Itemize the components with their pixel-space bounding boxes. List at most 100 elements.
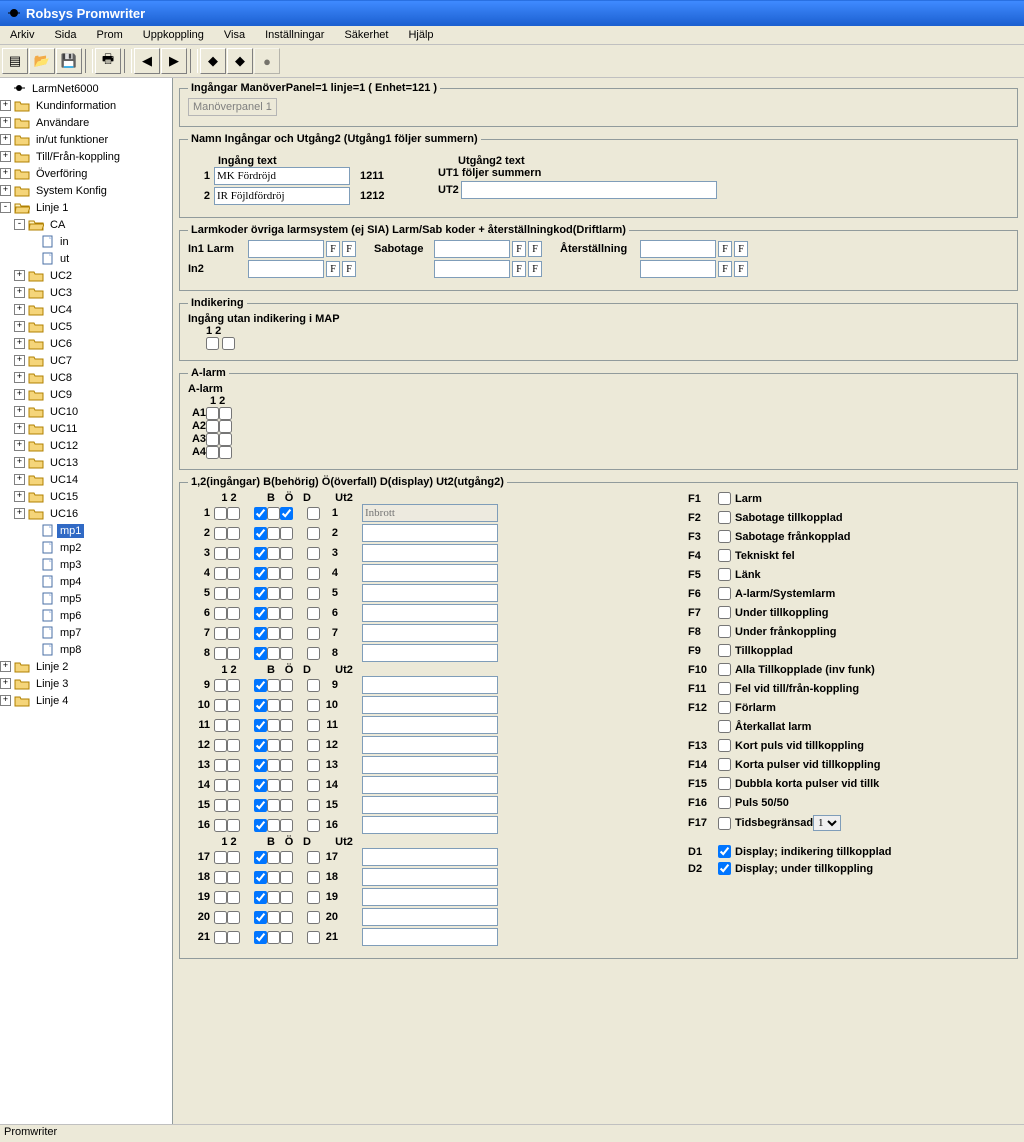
ut2-text-input[interactable]	[461, 181, 717, 199]
ind-1-checkbox[interactable]	[206, 337, 219, 350]
tree-expander[interactable]: +	[14, 321, 25, 332]
F11-checkbox[interactable]	[718, 682, 731, 695]
r2-text-input[interactable]	[362, 524, 498, 542]
menu-uppkoppling[interactable]: Uppkoppling	[133, 26, 214, 44]
r5-d-checkbox[interactable]	[280, 587, 293, 600]
tree-item-system-konfig[interactable]: +System Konfig	[0, 182, 172, 199]
r7-ut2-checkbox[interactable]	[307, 627, 320, 640]
r15-text-input[interactable]	[362, 796, 498, 814]
r10-d-checkbox[interactable]	[280, 699, 293, 712]
tree-item-uc2[interactable]: +UC2	[0, 267, 172, 284]
tree-expander[interactable]: +	[14, 270, 25, 281]
r18-b-checkbox[interactable]	[254, 871, 267, 884]
r1-b-checkbox[interactable]	[254, 507, 267, 520]
r7-2-checkbox[interactable]	[227, 627, 240, 640]
tree-item-mp4[interactable]: mp4	[0, 573, 172, 590]
tree-item-uc16[interactable]: +UC16	[0, 505, 172, 522]
r18-1-checkbox[interactable]	[214, 871, 227, 884]
tree-item-mp7[interactable]: mp7	[0, 624, 172, 641]
r19-o-checkbox[interactable]	[267, 891, 280, 904]
r9-b-checkbox[interactable]	[254, 679, 267, 692]
tree-item-uc8[interactable]: +UC8	[0, 369, 172, 386]
r17-text-input[interactable]	[362, 848, 498, 866]
tree-item-uc4[interactable]: +UC4	[0, 301, 172, 318]
F3-checkbox[interactable]	[718, 530, 731, 543]
F17-checkbox[interactable]	[718, 817, 731, 830]
r16-d-checkbox[interactable]	[280, 819, 293, 832]
F4-checkbox[interactable]	[718, 549, 731, 562]
r21-b-checkbox[interactable]	[254, 931, 267, 944]
r12-1-checkbox[interactable]	[214, 739, 227, 752]
r13-2-checkbox[interactable]	[227, 759, 240, 772]
flag-cell[interactable]: F	[734, 261, 748, 277]
tree-item--verf-ring[interactable]: +Överföring	[0, 165, 172, 182]
in2-larm-input[interactable]	[248, 260, 324, 278]
r1-ut2-checkbox[interactable]	[307, 507, 320, 520]
r18-2-checkbox[interactable]	[227, 871, 240, 884]
tree-item-ca[interactable]: -CA	[0, 216, 172, 233]
tree-item-mp6[interactable]: mp6	[0, 607, 172, 624]
F5-checkbox[interactable]	[718, 568, 731, 581]
tree-expander[interactable]: +	[0, 695, 11, 706]
flag-cell[interactable]: F	[528, 261, 542, 277]
r14-ut2-checkbox[interactable]	[307, 779, 320, 792]
menu-sida[interactable]: Sida	[44, 26, 86, 44]
r12-text-input[interactable]	[362, 736, 498, 754]
reset-input[interactable]	[640, 240, 716, 258]
menu-prom[interactable]: Prom	[86, 26, 132, 44]
r10-ut2-checkbox[interactable]	[307, 699, 320, 712]
r11-1-checkbox[interactable]	[214, 719, 227, 732]
tree-expander[interactable]: +	[0, 185, 11, 196]
tree-expander[interactable]: +	[14, 406, 25, 417]
r14-o-checkbox[interactable]	[267, 779, 280, 792]
r20-o-checkbox[interactable]	[267, 911, 280, 924]
r20-d-checkbox[interactable]	[280, 911, 293, 924]
sabotage2-input[interactable]	[434, 260, 510, 278]
tree-item-uc3[interactable]: +UC3	[0, 284, 172, 301]
r12-b-checkbox[interactable]	[254, 739, 267, 752]
r17-ut2-checkbox[interactable]	[307, 851, 320, 864]
r4-text-input[interactable]	[362, 564, 498, 582]
flag-cell[interactable]: F	[718, 241, 732, 257]
time-select[interactable]: 1	[813, 815, 841, 831]
flag-cell[interactable]: F	[512, 241, 526, 257]
r15-b-checkbox[interactable]	[254, 799, 267, 812]
r7-b-checkbox[interactable]	[254, 627, 267, 640]
r3-b-checkbox[interactable]	[254, 547, 267, 560]
r4-b-checkbox[interactable]	[254, 567, 267, 580]
r19-b-checkbox[interactable]	[254, 891, 267, 904]
r17-o-checkbox[interactable]	[267, 851, 280, 864]
tree-expander[interactable]: +	[14, 508, 25, 519]
flag-cell[interactable]: F	[342, 261, 356, 277]
r21-2-checkbox[interactable]	[227, 931, 240, 944]
r10-o-checkbox[interactable]	[267, 699, 280, 712]
r20-1-checkbox[interactable]	[214, 911, 227, 924]
F12-checkbox[interactable]	[718, 701, 731, 714]
tree-item-kundinformation[interactable]: +Kundinformation	[0, 97, 172, 114]
r3-ut2-checkbox[interactable]	[307, 547, 320, 560]
tree-expander[interactable]: +	[14, 389, 25, 400]
a2-2-checkbox[interactable]	[219, 420, 232, 433]
r7-text-input[interactable]	[362, 624, 498, 642]
tree-item-linje-4[interactable]: +Linje 4	[0, 692, 172, 709]
r11-ut2-checkbox[interactable]	[307, 719, 320, 732]
tree-item-uc10[interactable]: +UC10	[0, 403, 172, 420]
tree-item-uc6[interactable]: +UC6	[0, 335, 172, 352]
r6-b-checkbox[interactable]	[254, 607, 267, 620]
F13-checkbox[interactable]	[718, 739, 731, 752]
save-button[interactable]: 💾	[56, 48, 82, 74]
chip2-button[interactable]: ◆	[227, 48, 253, 74]
r9-1-checkbox[interactable]	[214, 679, 227, 692]
r12-ut2-checkbox[interactable]	[307, 739, 320, 752]
r5-b-checkbox[interactable]	[254, 587, 267, 600]
r15-1-checkbox[interactable]	[214, 799, 227, 812]
r20-b-checkbox[interactable]	[254, 911, 267, 924]
sabotage-input[interactable]	[434, 240, 510, 258]
r13-o-checkbox[interactable]	[267, 759, 280, 772]
tree-item-uc13[interactable]: +UC13	[0, 454, 172, 471]
r14-b-checkbox[interactable]	[254, 779, 267, 792]
tree-expander[interactable]: -	[14, 219, 25, 230]
r8-2-checkbox[interactable]	[227, 647, 240, 660]
r9-o-checkbox[interactable]	[267, 679, 280, 692]
tree-item-mp1[interactable]: mp1	[0, 522, 172, 539]
